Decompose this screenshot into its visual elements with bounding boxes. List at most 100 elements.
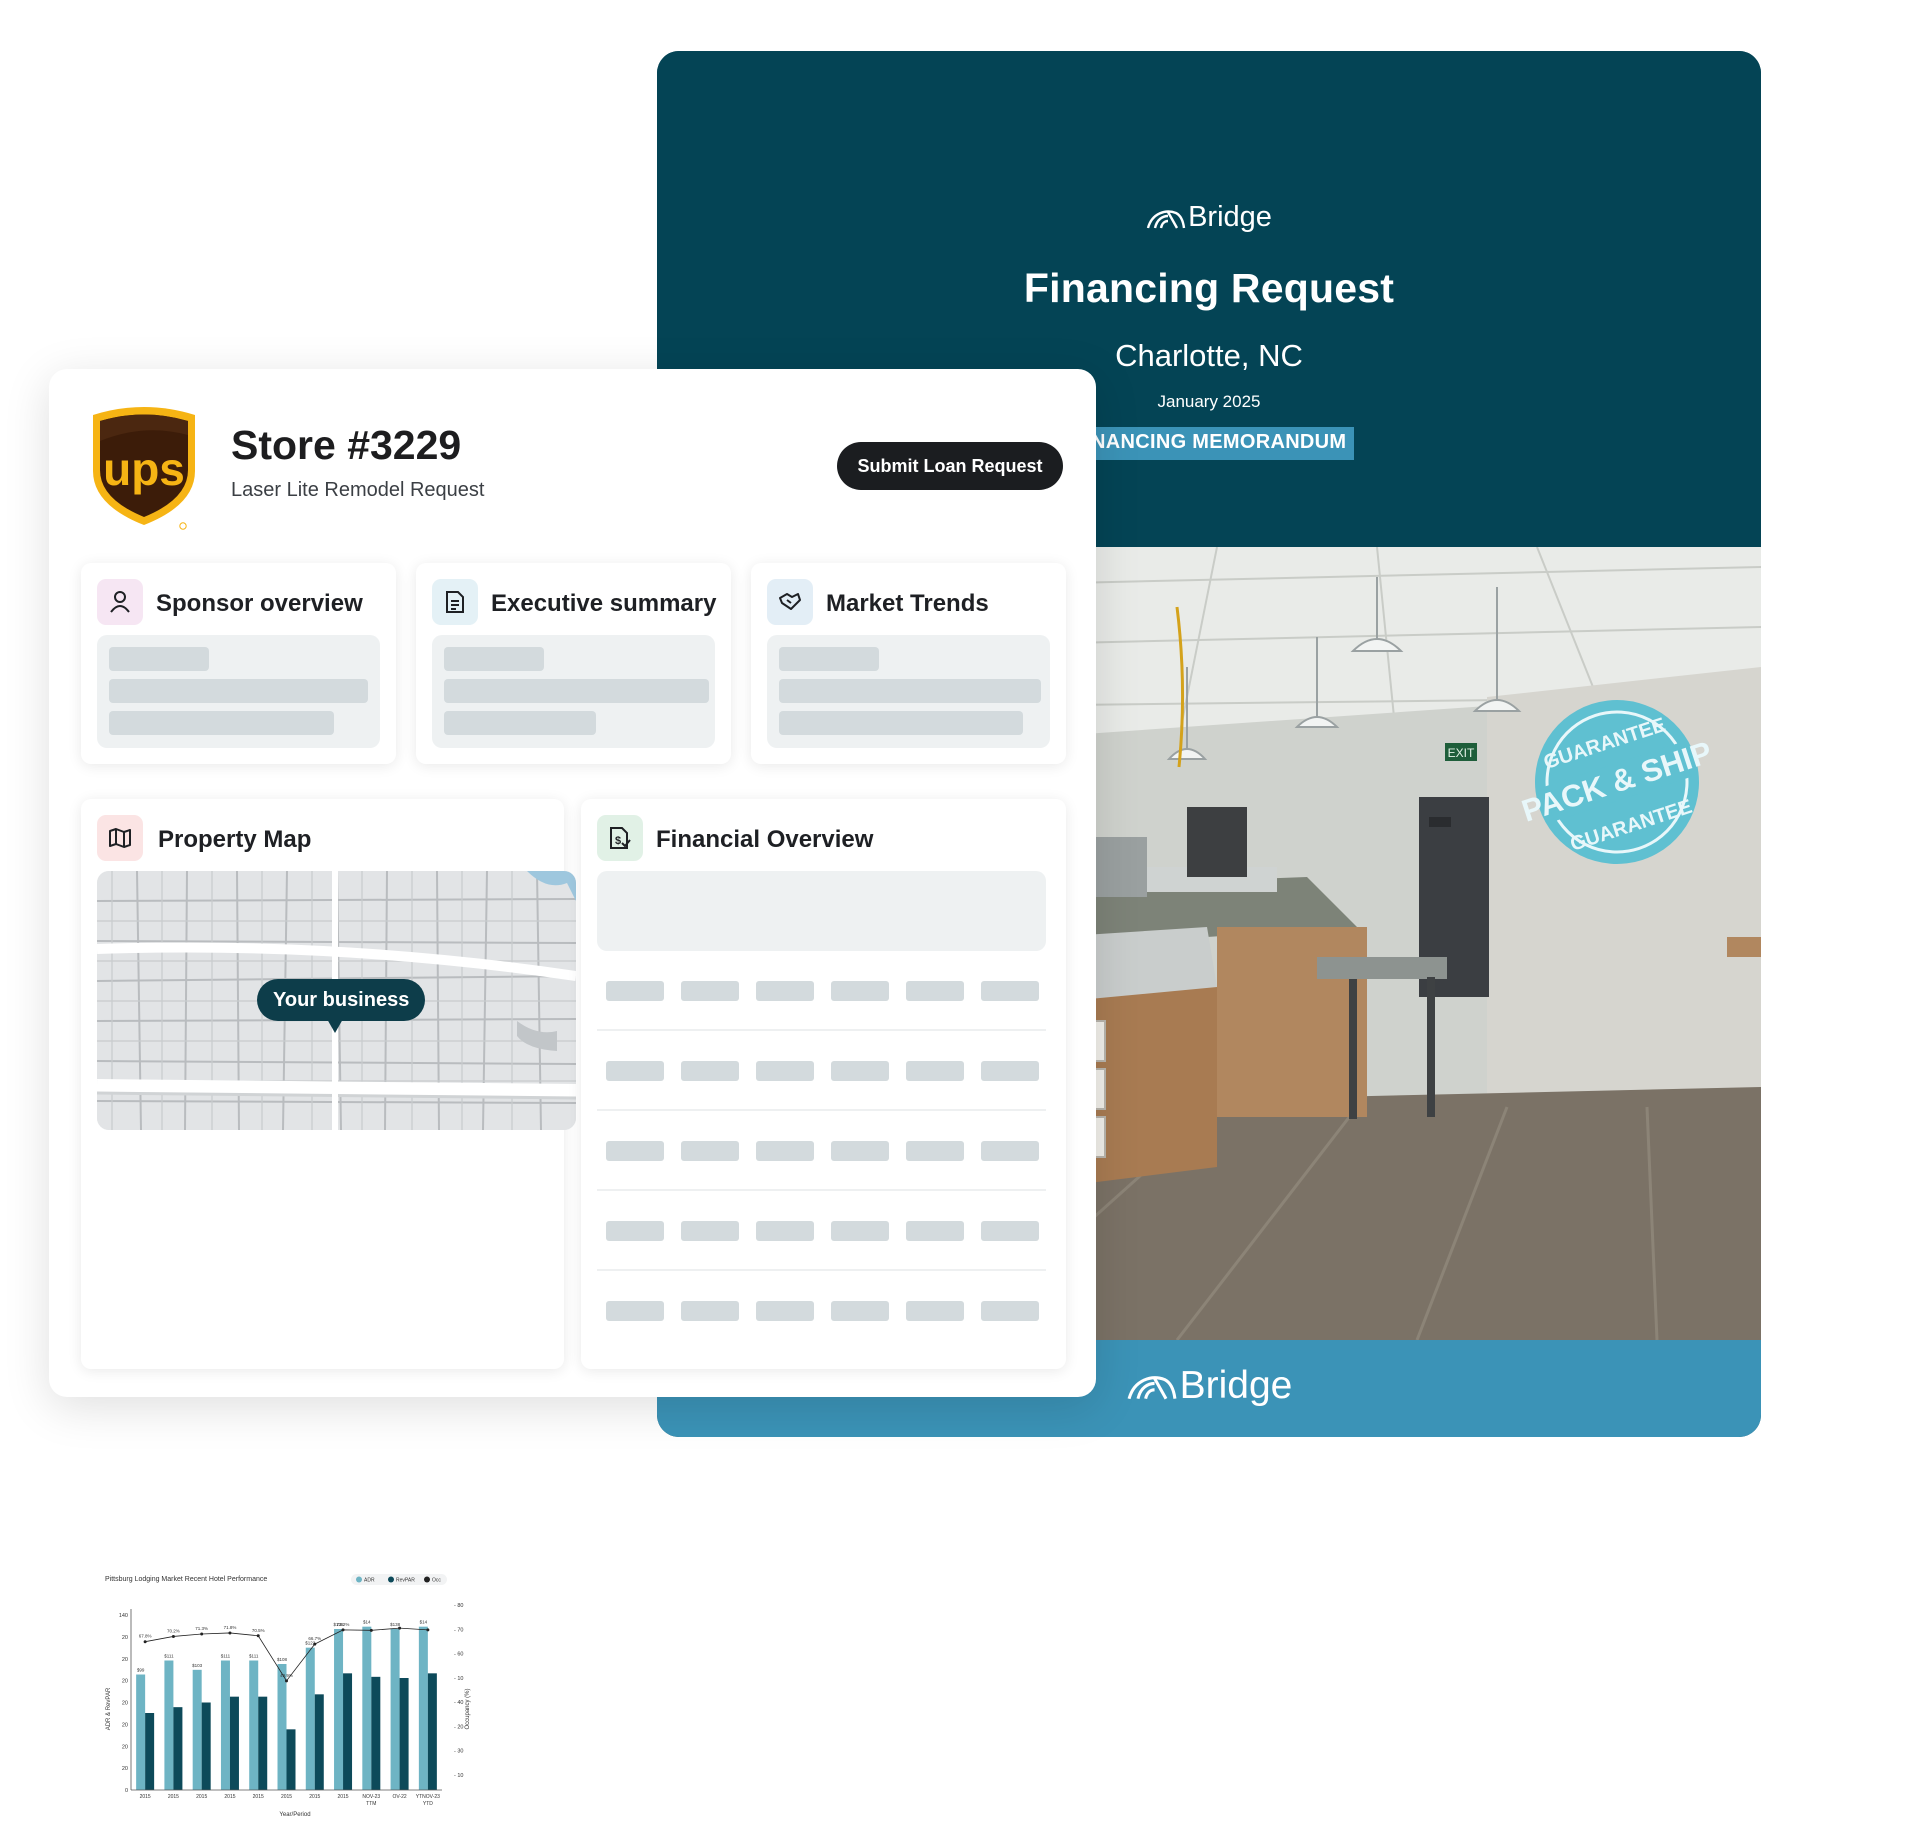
skeleton-cell <box>831 1301 889 1321</box>
occ-data-label: 67.8% <box>139 1634 152 1639</box>
revpar-bar <box>229 1696 239 1790</box>
adr-bar <box>164 1660 174 1790</box>
occ-data-label: 70.5% <box>252 1628 265 1633</box>
bar-data-label: $138 <box>390 1622 401 1627</box>
chart-y2label: Occupancy (%) <box>465 1688 471 1729</box>
ups-shield-icon: ups <box>93 407 195 530</box>
financial-overview-title: Financial Overview <box>656 826 874 853</box>
revpar-bar <box>371 1676 381 1790</box>
adr-bar <box>390 1629 400 1790</box>
skeleton-cell <box>906 1141 964 1161</box>
market-trends-panel[interactable]: Market Trends <box>751 563 1066 764</box>
skeleton-cell <box>831 1221 889 1241</box>
memo-brand-text: Bridge <box>1188 201 1272 233</box>
skeleton-cell <box>906 1221 964 1241</box>
y-tick-label: 20 <box>122 1635 128 1641</box>
occ-data-label: 73.2% <box>337 1622 350 1627</box>
bar-data-label: $14 <box>420 1620 428 1625</box>
financial-document-icon: $ <box>597 815 643 861</box>
submit-loan-request-button[interactable]: Submit Loan Request <box>837 442 1063 490</box>
market-skeleton <box>767 635 1050 748</box>
x-tick-label: YTNOV-23 <box>416 1794 440 1800</box>
memo-type-tag: NANCING MEMORANDUM <box>1083 427 1355 460</box>
adr-bar <box>192 1669 202 1790</box>
legend-marker <box>388 1576 394 1583</box>
financial-table-skeleton <box>597 951 1046 1351</box>
revpar-bar <box>258 1696 268 1790</box>
y2-tick-label: - 10 <box>454 1676 463 1682</box>
y2-tick-label: - 20 <box>454 1724 463 1730</box>
sponsor-skeleton <box>97 635 380 748</box>
sponsor-overview-panel[interactable]: Sponsor overview <box>81 563 396 764</box>
occ-point <box>200 1632 204 1636</box>
skeleton-cell <box>606 1061 664 1081</box>
chart-ylabel: ADR & RevPAR <box>106 1687 112 1730</box>
adr-bar <box>305 1647 315 1790</box>
skeleton-cell <box>981 1301 1039 1321</box>
skeleton-cell <box>756 1221 814 1241</box>
property-map-view[interactable]: Your business <box>97 871 576 1130</box>
bar-data-label: $108 <box>277 1657 288 1662</box>
x-tick-label: TTM <box>366 1801 376 1807</box>
y-tick-label: 20 <box>122 1679 128 1685</box>
revpar-bar <box>314 1694 324 1790</box>
skeleton-line <box>779 711 1023 735</box>
occ-point <box>398 1626 402 1630</box>
y-tick-label: 20 <box>122 1657 128 1663</box>
market-trends-title: Market Trends <box>826 590 989 617</box>
x-tick-label: OV-22 <box>392 1794 406 1800</box>
person-icon <box>97 579 143 625</box>
y-tick-label: 20 <box>122 1744 128 1750</box>
occ-point <box>143 1640 147 1644</box>
skeleton-cell <box>681 1221 739 1241</box>
revpar-bar <box>343 1673 353 1790</box>
occ-point <box>256 1634 260 1638</box>
financial-overview-panel[interactable]: $ Financial Overview <box>581 799 1066 1369</box>
property-map-title: Property Map <box>158 826 312 853</box>
table-row <box>597 1031 1046 1111</box>
memo-footer-brand-text: Bridge <box>1179 1364 1293 1407</box>
store-name: Store #3229 <box>231 422 462 468</box>
skeleton-cell <box>681 1141 739 1161</box>
skeleton-line <box>109 679 368 703</box>
adr-bar <box>277 1664 287 1790</box>
occ-data-label: 66.7% <box>308 1636 321 1641</box>
legend-marker <box>356 1576 362 1583</box>
your-business-callout[interactable]: Your business <box>257 979 426 1021</box>
skeleton-cell <box>981 981 1039 1001</box>
property-map-panel[interactable]: Property Map Your business Pittsburg Lod… <box>81 799 576 1818</box>
revpar-bar <box>399 1678 409 1790</box>
skeleton-cell <box>681 981 739 1001</box>
revpar-bar <box>427 1673 437 1790</box>
adr-bar <box>418 1626 428 1790</box>
skeleton-cell <box>756 981 814 1001</box>
skeleton-cell <box>831 981 889 1001</box>
revpar-bar <box>286 1729 296 1790</box>
adr-bar <box>334 1629 344 1790</box>
table-row <box>597 1271 1046 1351</box>
y-tick-label: 20 <box>122 1722 128 1728</box>
ups-logo-text: ups <box>103 443 185 495</box>
x-tick-label: 2015 <box>224 1794 235 1800</box>
occ-point <box>341 1628 345 1632</box>
skeleton-cell <box>981 1141 1039 1161</box>
y2-tick-label: - 40 <box>454 1700 463 1706</box>
y2-tick-label: - 30 <box>454 1749 463 1755</box>
skeleton-line <box>444 647 544 671</box>
skeleton-line <box>444 711 596 735</box>
executive-summary-title: Executive summary <box>491 590 717 617</box>
y-tick-label: 20 <box>122 1766 128 1772</box>
revpar-bar <box>201 1702 211 1790</box>
callout-pointer-icon <box>327 1019 343 1033</box>
legend-marker <box>424 1576 430 1583</box>
bar-data-label: $111 <box>249 1654 259 1659</box>
occ-data-label: 71.3% <box>195 1626 208 1631</box>
bridge-arch-icon <box>1146 209 1186 229</box>
bar-data-label: $111 <box>221 1654 231 1659</box>
y-tick-label: 0 <box>125 1788 128 1794</box>
sponsor-overview-title: Sponsor overview <box>156 590 363 617</box>
skeleton-cell <box>606 1301 664 1321</box>
executive-summary-panel[interactable]: Executive summary <box>416 563 731 764</box>
revpar-bar <box>173 1707 183 1790</box>
table-row <box>597 1191 1046 1271</box>
